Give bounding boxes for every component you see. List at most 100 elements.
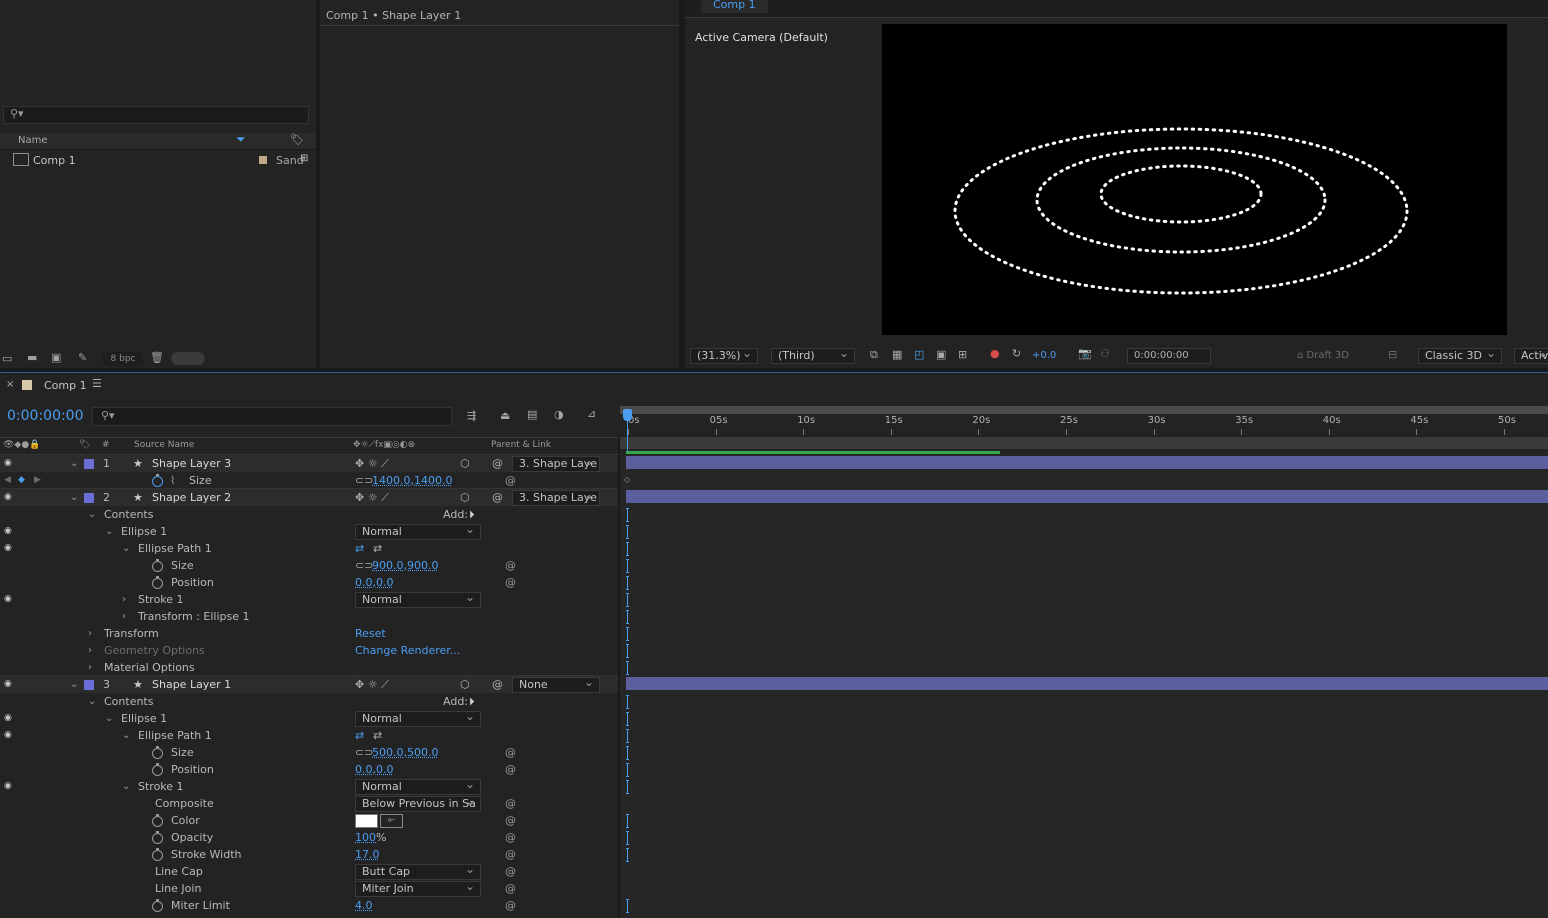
expression-pickwhip-icon[interactable]: @ [505,574,516,591]
source-name-column-header[interactable]: Source Name [134,438,194,453]
expression-pickwhip-icon[interactable]: @ [505,863,516,880]
visibility-eye-icon[interactable]: ◉ [4,455,14,472]
project-search-input[interactable]: ⚲▾ [3,106,309,124]
path-direction-icon[interactable]: ⇄ [355,727,364,744]
motion-blur-icon[interactable]: ◑ [554,408,564,421]
expand-chevron-icon[interactable]: ⌄ [70,489,78,506]
expression-pickwhip-icon[interactable]: @ [505,795,516,812]
opacity-value[interactable]: 100 [355,829,376,846]
add-menu-icon[interactable]: ⏵ [469,506,475,523]
layer-row-shape-layer-3[interactable]: ◉ ⌄ 1 ★ Shape Layer 3 ✥ ☼ ⟋ ⬡ @ 3. Shape… [0,454,618,472]
sort-arrow-icon[interactable]: ⏷ [236,132,246,147]
layer-switches[interactable]: ✥ ☼ ⟋ [355,455,389,472]
project-item-comp1[interactable]: Comp 1 Sand ⊞ [0,152,316,169]
layer-duration-bar[interactable] [626,456,1548,469]
prev-keyframe-icon[interactable]: ◀ [4,472,11,489]
label-swatch[interactable] [84,680,94,690]
blend-mode-dropdown[interactable]: Normal [355,709,481,727]
expand-chevron-icon[interactable]: ⌄ [105,710,113,727]
constrain-link-icon[interactable]: ⊂⊃ [355,472,373,489]
expand-chevron-icon[interactable]: ⌄ [70,676,78,693]
new-folder-icon[interactable]: ▬ [27,351,37,364]
visibility-eye-icon[interactable]: ◉ [4,710,14,727]
stopwatch-active-icon[interactable] [152,474,163,487]
visibility-eye-icon[interactable]: ◉ [4,489,14,506]
delete-trash-icon[interactable]: 🗑 [150,351,164,364]
visibility-eye-icon[interactable]: ◉ [4,540,14,557]
pick-whip-icon[interactable]: @ [492,489,503,506]
keyframe-diamond[interactable]: ◇ [624,475,630,484]
change-renderer-link[interactable]: Change Renderer... [355,642,460,659]
3d-layer-icon[interactable]: ⬡ [460,455,470,472]
time-navigator[interactable] [620,437,1548,449]
visibility-eye-icon[interactable]: ◉ [4,778,14,795]
expression-pickwhip-icon[interactable]: @ [505,472,516,489]
layer-panel-tab[interactable]: Comp 1 • Shape Layer 1 [326,9,461,22]
composition-canvas[interactable] [882,24,1507,335]
constrain-link-icon[interactable]: ⊂⊃ [355,557,373,574]
region-of-interest-icon[interactable]: ▣ [936,348,946,361]
stopwatch-icon[interactable] [152,763,163,776]
collapse-chevron-icon[interactable]: › [88,625,92,642]
new-composition-icon[interactable]: ▣ [51,351,61,364]
layer-duration-bar[interactable] [626,677,1548,690]
stopwatch-icon[interactable] [152,848,163,861]
close-tab-icon[interactable]: × [6,379,14,390]
label-swatch[interactable] [84,493,94,503]
draft-3d-button[interactable]: ⌂ Draft 3D [1297,350,1349,361]
timeline-search-input[interactable]: ⚲▾ [92,407,452,426]
path-direction-reverse-icon[interactable]: ⇄ [373,540,382,557]
expression-pickwhip-icon[interactable]: @ [505,557,516,574]
collapse-chevron-icon[interactable]: › [88,659,92,676]
collapse-chevron-icon[interactable]: › [88,642,92,659]
visibility-eye-icon[interactable]: ◉ [4,727,14,744]
stopwatch-icon[interactable] [152,814,163,827]
parent-dropdown[interactable]: None [512,675,600,693]
3d-layer-icon[interactable]: ⬡ [460,489,470,506]
exposure-value[interactable]: +0.0 [1032,350,1056,361]
label-color-swatch[interactable] [259,156,267,164]
expand-chevron-icon[interactable]: ⌄ [88,506,96,523]
draft-3d-toggle-icon[interactable]: ⏏ [500,409,510,422]
stopwatch-icon[interactable] [152,831,163,844]
path-direction-icon[interactable]: ⇄ [355,540,364,557]
grid-guides-icon[interactable]: ⊞ [958,348,967,361]
adjust-project-icon[interactable]: ✎ [78,351,87,364]
stopwatch-icon[interactable] [152,559,163,572]
graph-editor-icon[interactable]: ⊿ [587,407,596,420]
tab-menu-icon[interactable]: ☰ [92,377,102,390]
visibility-eye-icon[interactable]: ◉ [4,523,14,540]
parent-dropdown[interactable]: 3. Shape Laye [512,454,600,472]
mask-visibility-icon[interactable]: ◰ [914,348,924,361]
transparency-grid-icon[interactable]: ▦ [892,348,902,361]
snapshot-icon[interactable]: 📷 [1078,347,1092,360]
timeline-tab-comp1[interactable]: Comp 1 [44,379,87,392]
graph-icon[interactable]: ⌇ [170,472,175,489]
next-keyframe-icon[interactable]: ▶ [34,472,41,489]
label-swatch[interactable] [84,459,94,469]
expression-pickwhip-icon[interactable]: @ [505,880,516,897]
bpc-button[interactable]: 8 bpc [103,352,143,366]
collapse-chevron-icon[interactable]: › [122,608,126,625]
label-tag-icon[interactable]: 🏷 [290,133,304,146]
expression-pickwhip-icon[interactable]: @ [505,812,516,829]
viewer-timecode[interactable]: 0:00:00:00 [1127,348,1211,364]
interpret-footage-icon[interactable]: ▭ [2,352,12,365]
pick-whip-icon[interactable]: @ [492,676,503,693]
frame-blending-icon[interactable]: ▤ [527,408,537,421]
name-column-header[interactable]: Name [18,135,48,146]
expand-chevron-icon[interactable]: ⌄ [105,523,113,540]
expression-pickwhip-icon[interactable]: @ [505,761,516,778]
show-snapshot-icon[interactable]: ⚇ [1100,347,1110,360]
stopwatch-icon[interactable] [152,576,163,589]
resolution-dropdown[interactable]: (Third) [771,346,855,364]
expand-chevron-icon[interactable]: ⌄ [122,540,130,557]
path-direction-reverse-icon[interactable]: ⇄ [373,727,382,744]
layer-name[interactable]: Shape Layer 2 [152,489,231,506]
panel-divider-vertical[interactable] [618,437,620,918]
zoom-dropdown[interactable]: (31.3%) [690,346,758,364]
timeline-divider[interactable] [0,368,1548,373]
layer-switches[interactable]: ✥ ☼ ⟋ [355,676,389,693]
color-swatch[interactable] [355,814,378,828]
layer-name[interactable]: Shape Layer 1 [152,676,231,693]
